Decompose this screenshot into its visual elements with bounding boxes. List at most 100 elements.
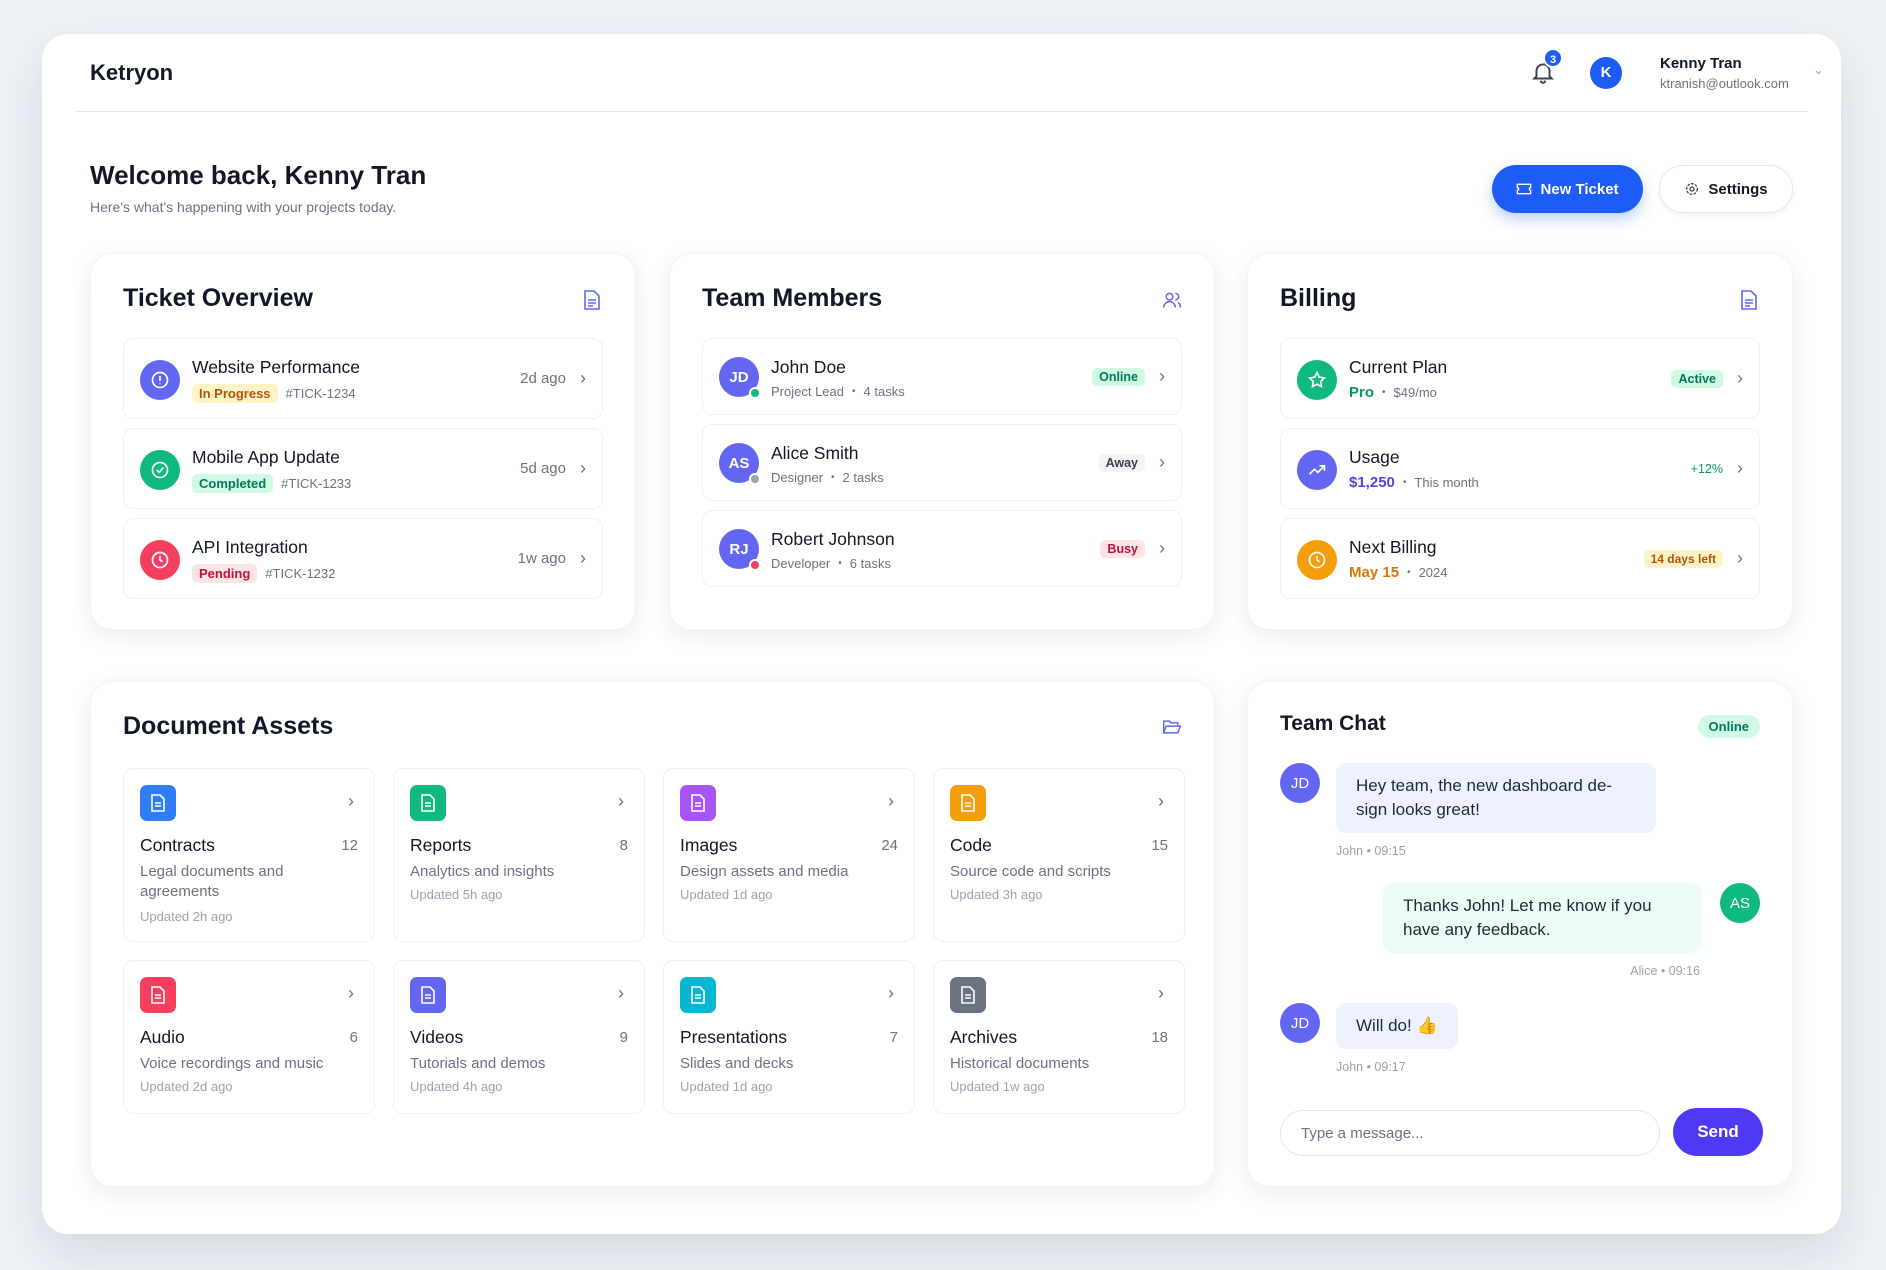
status-badge: In Progress	[192, 384, 278, 403]
user-email: ktranish@outlook.com	[1660, 76, 1789, 91]
asset-updated: Updated 4h ago	[410, 1079, 503, 1094]
member-name: Alice Smith	[771, 443, 859, 463]
chevron-right-icon: ›	[888, 791, 894, 811]
asset-description: Slides and decks	[680, 1055, 794, 1072]
chevron-right-icon: ›	[1158, 983, 1164, 1003]
asset-updated: Updated 5h ago	[410, 887, 503, 902]
chevron-down-icon[interactable]: ⌄	[1813, 62, 1824, 78]
asset-tile-reports[interactable]: › Reports 8 Analytics and insights Updat…	[393, 768, 645, 942]
billing-value: $1,250	[1349, 474, 1395, 491]
chevron-right-icon: ›	[618, 983, 624, 1003]
team-chat-card: Team Chat Online JD Hey team, the new da…	[1247, 681, 1793, 1187]
asset-count: 18	[1151, 1029, 1168, 1046]
billing-title: Usage	[1349, 447, 1400, 467]
card-title: Billing	[1280, 284, 1357, 312]
team-member-item[interactable]: RJ Robert Johnson Developer • 6 tasks Busy…	[702, 510, 1182, 587]
settings-button[interactable]: Settings	[1659, 165, 1793, 213]
chevron-right-icon: ›	[1158, 791, 1164, 811]
asset-count: 9	[619, 1029, 628, 1046]
asset-tile-contracts[interactable]: › Contracts 12 Legal documents and agree…	[123, 768, 375, 942]
folder-open-icon[interactable]	[1162, 718, 1182, 738]
alert-circle-icon	[140, 360, 180, 400]
member-tasks: 2 tasks	[842, 470, 884, 485]
document-icon[interactable]	[1740, 290, 1760, 310]
status-badge: Online	[1697, 715, 1760, 738]
status-badge: Completed	[192, 474, 274, 493]
avatar: AS	[1720, 883, 1760, 923]
status-badge: Away	[1098, 453, 1145, 472]
chevron-right-icon: ›	[1159, 538, 1165, 558]
avatar: JD	[1280, 763, 1320, 803]
ticket-title: Website Performance	[192, 357, 360, 377]
member-role: Project Lead	[771, 384, 844, 399]
star-icon	[1297, 360, 1337, 400]
asset-count: 12	[341, 837, 358, 854]
asset-count: 6	[349, 1029, 358, 1046]
video-file-icon	[410, 977, 446, 1013]
chat-message: Will do! 👍	[1336, 1003, 1458, 1049]
user-avatar[interactable]: K	[1590, 57, 1622, 89]
ticket-item[interactable]: Mobile App Update Completed #TICK-1233 5d…	[123, 428, 603, 509]
check-circle-icon	[140, 450, 180, 490]
chevron-right-icon: ›	[580, 548, 586, 568]
asset-tile-archives[interactable]: › Archives 18 Historical documents Updat…	[933, 960, 1185, 1114]
archive-file-icon	[950, 977, 986, 1013]
ticket-title: Mobile App Update	[192, 447, 340, 467]
trending-up-icon	[1297, 450, 1337, 490]
asset-tile-videos[interactable]: › Videos 9 Tutorials and demos Updated 4…	[393, 960, 645, 1114]
team-members-card: Team Members JD John Doe Project Lead • 4 …	[669, 253, 1215, 630]
asset-description: Tutorials and demos	[410, 1055, 546, 1072]
document-icon[interactable]	[583, 290, 603, 310]
audio-file-icon	[140, 977, 176, 1013]
asset-description: Voice recordings and music	[140, 1055, 324, 1072]
notification-count-badge: 3	[1543, 48, 1563, 68]
report-file-icon	[410, 785, 446, 821]
asset-description: Legal documents and agreements	[140, 863, 284, 900]
asset-name: Images	[680, 835, 738, 855]
asset-name: Videos	[410, 1027, 464, 1047]
asset-updated: Updated 1d ago	[680, 887, 773, 902]
asset-tile-audio[interactable]: › Audio 6 Voice recordings and music Upd…	[123, 960, 375, 1114]
asset-tile-code[interactable]: › Code 15 Source code and scripts Update…	[933, 768, 1185, 942]
asset-description: Analytics and insights	[410, 863, 555, 880]
ticket-item[interactable]: Website Performance In Progress #TICK-123…	[123, 338, 603, 419]
billing-value: Pro	[1349, 384, 1375, 401]
team-member-item[interactable]: JD John Doe Project Lead • 4 tasks Online ›	[702, 338, 1182, 415]
top-header: Ketryon 3 K Kenny Tran ktranish@outlook.…	[75, 34, 1824, 112]
status-badge: Active	[1671, 369, 1723, 388]
card-title: Team Chat	[1280, 712, 1386, 735]
image-file-icon	[680, 785, 716, 821]
send-button[interactable]: Send	[1673, 1108, 1763, 1156]
ticket-item[interactable]: API Integration Pending #TICK-1232 1w ago…	[123, 518, 603, 599]
billing-item-usage[interactable]: Usage $1,250 • This month +12% ›	[1280, 428, 1760, 509]
asset-name: Archives	[950, 1027, 1018, 1047]
member-role: Developer	[771, 556, 831, 571]
message-input[interactable]	[1280, 1110, 1660, 1156]
message-meta: John • 09:15	[1336, 844, 1406, 858]
asset-name: Reports	[410, 835, 472, 855]
asset-count: 8	[619, 837, 628, 854]
member-name: Robert Johnson	[771, 529, 895, 549]
billing-item-next[interactable]: Next Billing May 15 • 2024 14 days left ›	[1280, 518, 1760, 599]
billing-item-plan[interactable]: Current Plan Pro • $49/mo Active ›	[1280, 338, 1760, 419]
asset-name: Audio	[140, 1027, 185, 1047]
asset-updated: Updated 2h ago	[140, 909, 233, 924]
chevron-right-icon: ›	[888, 983, 894, 1003]
asset-tile-presentations[interactable]: › Presentations 7 Slides and decks Updat…	[663, 960, 915, 1114]
asset-description: Historical documents	[950, 1055, 1090, 1072]
brand-logo[interactable]: Ketryon	[90, 60, 173, 86]
billing-detail: $49/mo	[1393, 385, 1437, 400]
billing-detail: 2024	[1418, 565, 1448, 580]
asset-updated: Updated 2d ago	[140, 1079, 233, 1094]
status-badge: Online	[1092, 367, 1145, 386]
ticket-id: #TICK-1234	[285, 386, 356, 401]
page-subtitle: Here's what's happening with your projec…	[90, 199, 397, 215]
new-ticket-label: New Ticket	[1540, 180, 1619, 198]
chat-message: Hey team, the new dashboard de-sign look…	[1336, 763, 1656, 833]
users-icon[interactable]	[1162, 290, 1182, 310]
message-meta: John • 09:17	[1336, 1060, 1406, 1074]
team-member-item[interactable]: AS Alice Smith Designer • 2 tasks Away ›	[702, 424, 1182, 501]
document-assets-card: Document Assets › Contracts 12 Legal doc…	[90, 681, 1215, 1187]
asset-tile-images[interactable]: › Images 24 Design assets and media Upda…	[663, 768, 915, 942]
new-ticket-button[interactable]: New Ticket	[1492, 165, 1643, 213]
